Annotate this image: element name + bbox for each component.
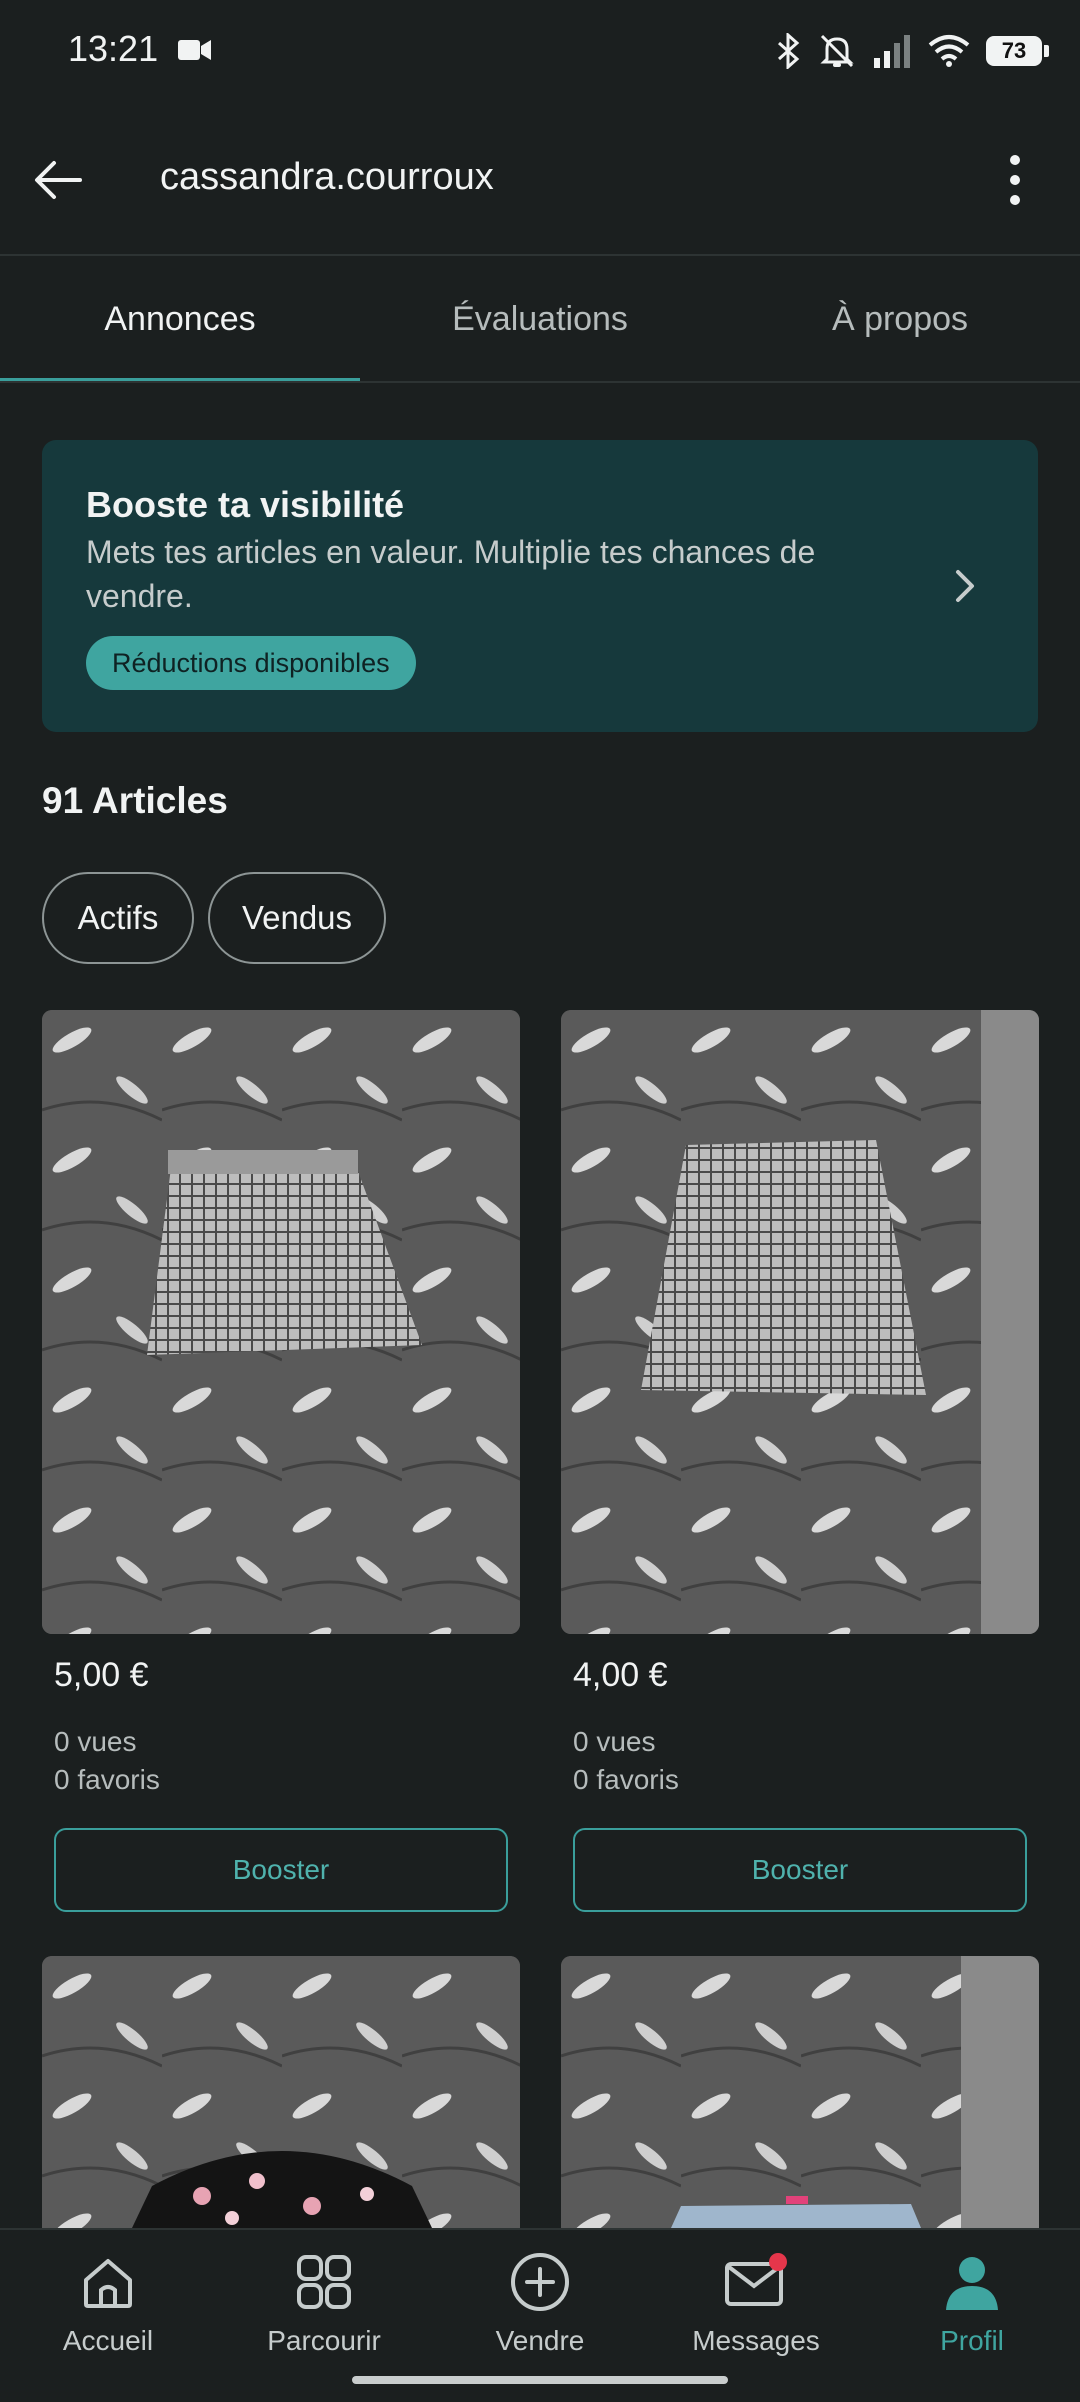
nav-label: Messages	[692, 2325, 820, 2356]
item-photo[interactable]	[42, 1010, 520, 1634]
booster-button[interactable]: Booster	[573, 1828, 1027, 1912]
booster-button[interactable]: Booster	[54, 1828, 508, 1912]
nav-label: Parcourir	[267, 2325, 381, 2356]
nav-accueil[interactable]: Accueil	[0, 2252, 216, 2357]
tab-evaluations[interactable]: Évaluations	[360, 300, 720, 339]
notification-badge	[769, 2253, 787, 2271]
item-favorites: 0 favoris	[573, 1764, 679, 1795]
nav-messages[interactable]: Messages	[648, 2252, 864, 2357]
item-photo[interactable]	[561, 1956, 1039, 2228]
tab-a-propos[interactable]: À propos	[720, 300, 1080, 339]
nav-profil[interactable]: Profil	[864, 2252, 1080, 2357]
plaid-skirt-image	[42, 1010, 520, 1634]
gesture-home-indicator	[352, 2376, 728, 2384]
nav-label: Profil	[940, 2325, 1004, 2356]
item-views: 0 vues	[573, 1726, 656, 1757]
filter-chip-actifs[interactable]: Actifs	[42, 872, 194, 964]
nav-label: Accueil	[62, 2325, 154, 2356]
wifi-icon	[928, 35, 970, 67]
item-price: 4,00 €	[573, 1656, 668, 1694]
plus-circle-icon	[511, 2253, 569, 2311]
signal-icon	[874, 35, 910, 68]
boost-card-description: Mets tes articles en valeur. Multiplie t…	[86, 534, 816, 614]
item-photo[interactable]	[42, 1956, 520, 2228]
back-arrow-icon[interactable]	[30, 150, 90, 210]
battery-indicator: 73	[986, 36, 1049, 66]
profile-username: cassandra.courroux	[160, 156, 494, 198]
header-divider	[0, 254, 1080, 256]
discounts-available-badge: Réductions disponibles	[86, 636, 416, 690]
boost-card-title: Booste ta visibilité	[86, 484, 405, 525]
item-price: 5,00 €	[54, 1656, 149, 1694]
nav-parcourir[interactable]: Parcourir	[216, 2252, 432, 2357]
nav-vendre[interactable]: Vendre	[432, 2252, 648, 2357]
status-icons: 73	[776, 26, 1049, 76]
floral-skirt-image	[42, 1956, 520, 2228]
articles-count: 91 Articles	[42, 780, 228, 821]
bell-off-icon	[820, 34, 854, 68]
chevron-right-icon	[956, 570, 974, 602]
profile-icon	[946, 2257, 998, 2310]
denim-item-image	[561, 1956, 1039, 2228]
nav-label: Vendre	[495, 2325, 585, 2356]
plaid-skirt-image	[561, 1010, 1039, 1634]
bluetooth-icon	[778, 33, 800, 69]
video-camera-icon	[178, 40, 211, 60]
mail-icon	[725, 2253, 787, 2306]
item-favorites: 0 favoris	[54, 1764, 160, 1795]
status-bar: 13:21 73	[0, 0, 1080, 100]
tabs-divider	[0, 381, 1080, 383]
item-views: 0 vues	[54, 1726, 137, 1757]
status-time: 13:21	[68, 28, 159, 69]
grid-icon	[297, 2255, 351, 2309]
home-icon	[84, 2259, 132, 2308]
more-options-icon[interactable]	[990, 150, 1040, 210]
tab-annonces[interactable]: Annonces	[0, 300, 360, 339]
filter-chip-vendus[interactable]: Vendus	[208, 872, 386, 964]
item-photo[interactable]	[561, 1010, 1039, 1634]
